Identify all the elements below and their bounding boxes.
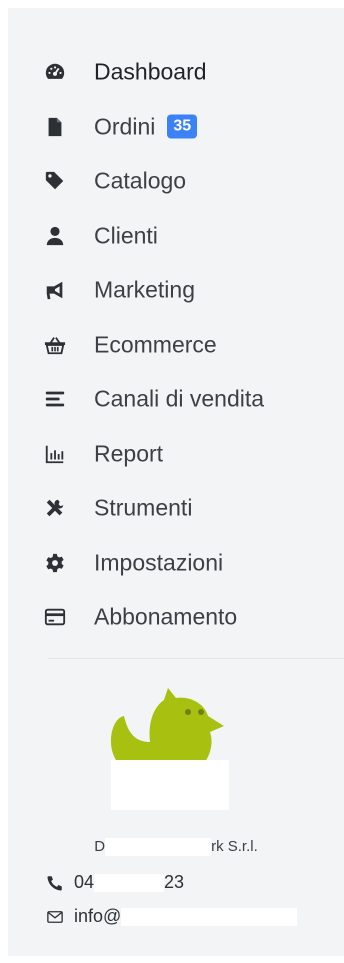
sidebar-item-label: Dashboard xyxy=(94,58,207,85)
shopping-basket-icon xyxy=(42,332,68,358)
credit-card-icon xyxy=(42,604,68,630)
sidebar-item-marketing[interactable]: Marketing xyxy=(8,263,344,318)
megaphone-icon xyxy=(42,277,68,303)
mail-icon xyxy=(47,910,63,923)
sidebar-item-label: Abbonamento xyxy=(94,603,238,630)
sidebar-item-ecommerce[interactable]: Ecommerce xyxy=(8,318,344,373)
sidebar-item-label: Report xyxy=(94,440,164,467)
orders-count-badge: 35 xyxy=(167,114,198,139)
sidebar-item-clienti[interactable]: Clienti xyxy=(8,209,344,264)
sidebar-divider xyxy=(48,658,344,659)
dashboard-gauge-icon xyxy=(42,59,68,85)
sidebar-item-impostazioni[interactable]: Impostazioni xyxy=(8,536,344,591)
sidebar-item-label: Strumenti xyxy=(94,494,193,521)
sidebar-item-label: Clienti xyxy=(94,222,158,249)
tools-icon xyxy=(42,495,68,521)
sidebar-item-label: Impostazioni xyxy=(94,549,224,576)
sidebar-item-catalogo[interactable]: Catalogo xyxy=(8,154,344,209)
align-lines-icon xyxy=(42,386,68,412)
logo-redaction xyxy=(111,760,229,810)
sidebar-item-abbonamento[interactable]: Abbonamento xyxy=(8,590,344,645)
redaction-mask xyxy=(94,873,165,892)
sidebar-item-label: Marketing xyxy=(94,276,195,303)
redaction-mask xyxy=(105,838,212,857)
sidebar-item-label: Ecommerce xyxy=(94,331,217,358)
email-contact[interactable]: info@ xyxy=(46,906,298,927)
bar-chart-icon xyxy=(42,441,68,467)
sidebar-item-strumenti[interactable]: Strumenti xyxy=(8,481,344,536)
gear-icon xyxy=(42,550,68,576)
tag-icon xyxy=(42,168,68,194)
user-icon xyxy=(42,223,68,249)
phone-contact[interactable]: 04 23 xyxy=(46,872,184,893)
sidebar-item-report[interactable]: Report xyxy=(8,427,344,482)
sidebar-nav: Dashboard Ordini 35 Catalogo Clienti Mar… xyxy=(8,45,344,645)
sidebar: Dashboard Ordini 35 Catalogo Clienti Mar… xyxy=(8,8,344,956)
company-name: Drk S.r.l. xyxy=(94,838,258,857)
sidebar-item-ordini[interactable]: Ordini 35 xyxy=(8,100,344,155)
sidebar-item-label: Ordini xyxy=(94,113,156,140)
sidebar-item-label: Canali di vendita xyxy=(94,385,265,412)
sidebar-item-label: Catalogo xyxy=(94,167,187,194)
phone-icon xyxy=(47,875,62,891)
file-icon xyxy=(42,114,68,140)
sidebar-item-dashboard[interactable]: Dashboard xyxy=(8,45,344,100)
sidebar-item-canali-di-vendita[interactable]: Canali di vendita xyxy=(8,372,344,427)
redaction-mask xyxy=(121,907,298,926)
